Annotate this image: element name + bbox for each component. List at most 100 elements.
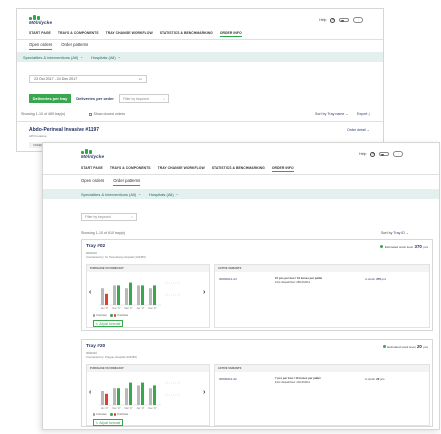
export-link[interactable]: Export ⤓ <box>357 112 370 116</box>
show-closed-toggle[interactable]: Show closed orders <box>89 112 125 116</box>
download-icon: ⤓ <box>368 112 370 116</box>
stock-label: Estimated stock level <box>384 244 413 249</box>
purchase-bar <box>117 388 120 405</box>
avatar-icon[interactable]: ◦ <box>393 151 404 157</box>
nav-start-page[interactable]: START PAGE <box>81 166 103 172</box>
forecast-bar <box>125 288 128 305</box>
x-tick-label: Apr '17 <box>137 407 145 410</box>
purchase-forecast-panel: PURCHASE VS FORECAST ‹ › Jan '17 Dec '17 M… <box>86 364 210 426</box>
help-icon[interactable]: ? <box>370 151 376 157</box>
adjust-forecast-button[interactable]: ✎ Adjust forecast <box>93 419 123 426</box>
purchase-bar <box>129 282 132 305</box>
sort-control[interactable]: Sort by Tray ID ⌄ <box>381 231 409 235</box>
nav-divider <box>17 39 383 40</box>
date-range-value: 23 Oct 2017 - 24 Dec 2017 <box>34 77 78 81</box>
help-icon[interactable]: ? <box>330 17 336 23</box>
nav-start-page[interactable]: START PAGE <box>29 31 51 37</box>
nav-trays-components[interactable]: TRAYS & COMPONENTS <box>110 166 151 172</box>
variant-stock: In stock: 370 pcs <box>365 277 386 281</box>
variant-description: 7 pcs per box / 10 boxes per pallet Firs… <box>275 376 321 384</box>
purchase-forecast-chart-svg: Jan '17 Dec '17 Mar '17 Apr '17 Dec '17 <box>99 382 181 410</box>
chevron-right-icon[interactable]: › <box>203 389 205 396</box>
order-detail-link[interactable]: Order detail ⌄ <box>347 128 370 132</box>
legend-purchase-label: Purchase <box>117 314 129 317</box>
tab-order-patterns[interactable]: Order patterns <box>113 178 141 186</box>
chart-legend: Forecast Purchase <box>93 413 128 416</box>
calendar-icon: ▭ <box>138 77 142 81</box>
chevron-down-icon: ⌄ <box>138 192 141 196</box>
brand-logo[interactable]: Mölnlycke <box>29 15 52 25</box>
chevron-down-icon: ⌄ <box>117 55 121 59</box>
chevron-left-icon[interactable]: ‹ <box>89 389 91 396</box>
tab-open-orders[interactable]: Open orders <box>29 42 53 50</box>
x-tick-label: Jan '17 <box>101 407 109 410</box>
purchase-bar <box>117 285 120 305</box>
tray-title[interactable]: Tray #02 <box>86 244 105 249</box>
tray-item-subtitle: AP3 Invasive <box>29 134 47 138</box>
checkbox-icon <box>89 112 92 116</box>
variant-id-link[interactable]: 00000012-32 <box>219 377 237 381</box>
deliveries-per-order-button[interactable]: Deliveries per order <box>73 94 117 103</box>
toggle-icon[interactable] <box>379 152 390 156</box>
legend-purchase-label: Purchase <box>117 413 129 416</box>
variant-id-link[interactable]: 00000012-24 <box>219 277 237 281</box>
stock-label: Estimated stock level <box>387 344 416 349</box>
avatar-icon[interactable]: ◦ <box>353 17 364 23</box>
tray-title[interactable]: Tray #20 <box>86 344 105 349</box>
nav-trays-components[interactable]: TRAYS & COMPONENTS <box>58 31 99 37</box>
purchase-bar <box>105 393 108 405</box>
brand-logo[interactable]: Mölnlycke <box>81 149 104 159</box>
forecast-bar <box>149 388 152 405</box>
specialties-filter[interactable]: Specialties & interventions (All) ⌄ <box>23 55 83 60</box>
nav-statistics-benchmarking[interactable]: STATISTICS & BENCHMARKING <box>212 166 265 172</box>
legend-purchase: Purchase <box>110 413 128 416</box>
purchase-bar <box>129 382 132 405</box>
nav-tray-change-workflow[interactable]: TRAY CHANGE WORKFLOW <box>106 31 153 37</box>
hospitals-filter[interactable]: Hospitals (All) ⌄ <box>91 55 121 60</box>
forecast-bar <box>113 388 116 405</box>
variant-stock-value: 20 <box>376 377 380 381</box>
main-nav: START PAGE TRAYS & COMPONENTS TRAY CHANG… <box>29 31 242 37</box>
active-variants-panel: ACTIVE VARIANTS 00000012-24 15 pcs per b… <box>214 264 430 328</box>
help-link[interactable]: Help <box>359 152 366 156</box>
chevron-down-icon: ⌄ <box>345 112 349 116</box>
help-link[interactable]: Help <box>319 18 326 22</box>
sort-control[interactable]: Sort by Tray name ⌄ <box>315 112 348 116</box>
sort-value: Tray ID <box>393 231 405 235</box>
results-count: Showing 1-10 of 610 tray(s) <box>81 231 126 235</box>
x-tick-label: Dec '17 <box>148 407 157 410</box>
date-range-input[interactable]: 23 Oct 2017 - 24 Dec 2017 ▭ <box>29 75 147 83</box>
specialties-filter[interactable]: Specialties & interventions (All) ⌄ <box>81 192 141 197</box>
deliveries-per-tray-button[interactable]: Deliveries per tray <box>29 94 71 103</box>
stock-unit: pcs <box>423 344 428 349</box>
chevron-right-icon[interactable]: › <box>203 289 205 296</box>
nav-tray-change-workflow[interactable]: TRAY CHANGE WORKFLOW <box>158 166 205 172</box>
adjust-forecast-button[interactable]: ✎ Adjust forecast <box>93 320 123 327</box>
x-tick-label: Dec '17 <box>148 307 157 310</box>
nav-order-info[interactable]: ORDER INFO <box>219 31 242 37</box>
search-input[interactable]: Filter by keyword ⌕ <box>119 94 169 103</box>
sort-value: Tray name <box>327 112 345 116</box>
stock-value: 20 <box>416 344 422 349</box>
chevron-left-icon[interactable]: ‹ <box>89 289 91 296</box>
legend-forecast-label: Forecast <box>96 314 107 317</box>
x-tick-label: Dec '17 <box>112 307 121 310</box>
x-tick-label: Mar '17 <box>125 307 134 310</box>
sort-label: Sort by <box>315 112 327 116</box>
search-input[interactable]: Filter by keyword ⌕ <box>81 213 137 221</box>
hospitals-filter[interactable]: Hospitals (All) ⌄ <box>149 192 179 197</box>
tab-order-patterns[interactable]: Order patterns <box>61 42 88 50</box>
tab-open-orders[interactable]: Open orders <box>81 178 104 186</box>
main-nav: START PAGE TRAYS & COMPONENTS TRAY CHANG… <box>81 166 294 172</box>
x-tick-label: Apr '17 <box>137 307 145 310</box>
nav-order-info[interactable]: ORDER INFO <box>271 166 294 172</box>
logo-text: Mölnlycke <box>81 154 105 159</box>
variant-stock-label: In stock: <box>365 277 376 281</box>
logo-text: Mölnlycke <box>29 20 53 25</box>
purchase-forecast-panel: PURCHASE VS FORECAST ‹ › Jan '17 Dec '17 M… <box>86 264 210 328</box>
variant-stock: In stock: 20 pcs <box>365 377 384 381</box>
filter-bar: Specialties & interventions (All) ⌄ Hospi… <box>17 52 383 62</box>
nav-statistics-benchmarking[interactable]: STATISTICS & BENCHMARKING <box>160 31 213 37</box>
toggle-icon[interactable] <box>339 18 350 22</box>
tray-item-title[interactable]: Abdo-Perineal Invasive #1197 <box>29 127 99 133</box>
